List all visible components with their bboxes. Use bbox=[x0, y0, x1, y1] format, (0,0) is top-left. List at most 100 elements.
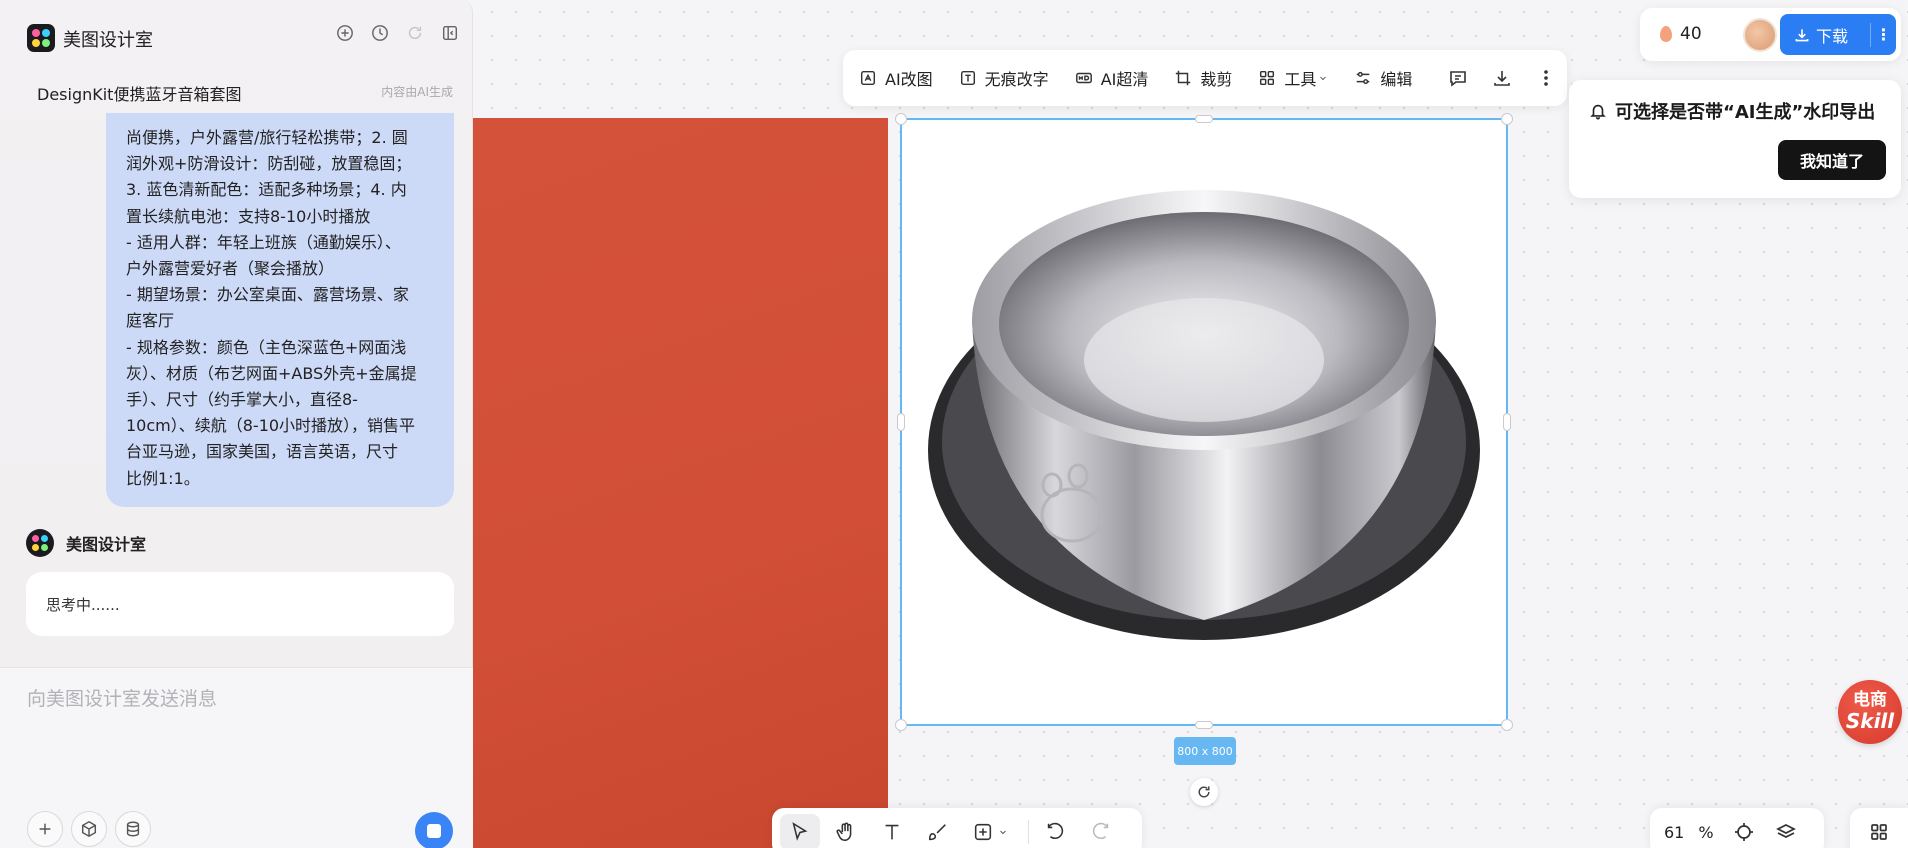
ai-edit-label: AI改图 bbox=[885, 70, 933, 89]
resize-handle-top-right[interactable] bbox=[1501, 113, 1513, 125]
hd-icon bbox=[1075, 72, 1092, 84]
select-tool[interactable] bbox=[780, 814, 820, 848]
add-attachment-button[interactable] bbox=[27, 811, 63, 847]
ai-edit-button[interactable]: AI改图 bbox=[859, 66, 933, 90]
insert-dropdown[interactable] bbox=[964, 814, 1016, 848]
knowledge-base-button[interactable] bbox=[115, 811, 151, 847]
credits-counter[interactable]: 40 bbox=[1660, 24, 1702, 44]
resize-handle-right[interactable] bbox=[1503, 413, 1511, 431]
user-message-bubble: 尚便携，户外露营/旅行轻松携带；2. 圆 润外观+防滑设计：防刮碰，放置稳固； … bbox=[106, 113, 454, 507]
watermark-tip-label: 可选择是否带“AI生成”水印导出 bbox=[1615, 102, 1876, 123]
model-3d-button[interactable] bbox=[71, 811, 107, 847]
user-message-line: 庭客厅 bbox=[126, 311, 175, 331]
comment-icon bbox=[1450, 71, 1467, 87]
layers-button[interactable] bbox=[1775, 822, 1796, 842]
user-message-line: 置长续航电池：支持8-10小时播放 bbox=[126, 206, 371, 226]
bot-name: 美图设计室 bbox=[66, 535, 147, 554]
ecommerce-skill-badge[interactable]: 电商 Skill bbox=[1838, 680, 1902, 744]
plus-icon bbox=[39, 823, 51, 835]
redo-icon bbox=[1092, 822, 1109, 839]
more-options-button[interactable] bbox=[1536, 68, 1556, 88]
user-message-line: 3. 蓝色清新配色：适配多种场景；4. 内 bbox=[126, 180, 407, 200]
download-main[interactable]: 下载 bbox=[1780, 23, 1870, 47]
add-box-icon bbox=[974, 823, 992, 841]
credit-drop-icon bbox=[1660, 26, 1672, 42]
selection-size-label: 800 x 800 bbox=[1174, 737, 1236, 765]
rotate-button[interactable] bbox=[1190, 778, 1218, 806]
user-message-line: 10cm）、续航（8-10小时播放），销售平 bbox=[126, 416, 416, 436]
bot-status-text: 思考中...... bbox=[46, 596, 120, 614]
comment-button[interactable] bbox=[1448, 68, 1468, 88]
cursor-arrow-icon bbox=[792, 822, 808, 841]
grid-icon bbox=[1871, 824, 1887, 840]
text-tool[interactable] bbox=[872, 814, 912, 848]
crop-icon bbox=[1176, 70, 1191, 86]
hand-tool[interactable] bbox=[826, 814, 866, 848]
user-avatar[interactable] bbox=[1743, 18, 1777, 52]
tools-dropdown[interactable]: 工具 bbox=[1258, 66, 1328, 90]
resize-handle-left[interactable] bbox=[897, 413, 905, 431]
undo-button[interactable] bbox=[1035, 814, 1075, 848]
new-chat-icon[interactable] bbox=[336, 24, 354, 42]
collapse-panel-icon[interactable] bbox=[441, 24, 459, 42]
skill-badge-line2: Skill bbox=[1845, 709, 1895, 733]
composer-tools bbox=[27, 811, 151, 847]
project-title: DesignKit便携蓝牙音箱套图 bbox=[37, 85, 242, 104]
canvas-red-background-image[interactable] bbox=[473, 118, 888, 848]
download-icon bbox=[1795, 28, 1809, 41]
zoom-value[interactable]: 61 bbox=[1664, 823, 1684, 842]
message-composer bbox=[0, 667, 473, 848]
refresh-icon[interactable] bbox=[406, 24, 424, 42]
brush-tool[interactable] bbox=[918, 814, 958, 848]
crop-button[interactable]: 裁剪 bbox=[1174, 66, 1232, 90]
zoom-controls: 61 % bbox=[1650, 808, 1824, 848]
resize-handle-top-left[interactable] bbox=[895, 113, 907, 125]
seamless-text-edit-label: 无痕改字 bbox=[984, 70, 1049, 89]
download-button[interactable]: 下载 ⋮ bbox=[1780, 14, 1896, 55]
got-it-button[interactable]: 我知道了 bbox=[1778, 140, 1886, 180]
user-message-line: 手）、尺寸（约手掌大小，直径8- bbox=[126, 390, 358, 410]
account-bar: 40 下载 ⋮ bbox=[1640, 8, 1901, 61]
sliders-icon bbox=[1357, 71, 1370, 85]
bot-avatar bbox=[26, 529, 54, 557]
header-actions bbox=[336, 24, 459, 42]
resize-handle-bottom[interactable] bbox=[1195, 721, 1213, 729]
watermark-tip-card: 可选择是否带“AI生成”水印导出 我知道了 bbox=[1569, 80, 1901, 198]
ai-upscale-label: AI超清 bbox=[1100, 70, 1149, 89]
redo-button[interactable] bbox=[1081, 814, 1121, 848]
tools-divider bbox=[1028, 820, 1029, 844]
download-icon bbox=[1494, 71, 1511, 86]
user-message-line: 灰）、材质（布艺网面+ABS外壳+金属提 bbox=[126, 363, 417, 383]
user-message-line: 台亚马逊，国家美国，语言英语，尺寸 bbox=[126, 442, 399, 462]
crosshair-icon bbox=[1734, 823, 1753, 841]
apps-grid-button[interactable] bbox=[1850, 808, 1908, 848]
bell-icon bbox=[1590, 104, 1606, 120]
ai-edit-icon bbox=[860, 70, 876, 86]
image-toolbar: AI改图 无痕改字 AI超清 裁剪 工具 编辑 bbox=[843, 50, 1567, 106]
user-message-line: - 规格参数：颜色（主色深蓝色+网面浅 bbox=[126, 337, 407, 357]
hand-icon bbox=[836, 822, 852, 842]
credits-value: 40 bbox=[1680, 24, 1702, 44]
resize-handle-top[interactable] bbox=[1195, 115, 1213, 123]
database-icon bbox=[126, 821, 140, 837]
app-title: 美图设计室 bbox=[63, 30, 153, 51]
rotate-icon bbox=[1198, 786, 1210, 798]
user-message-line: 润外观+防滑设计：防刮碰，放置稳固； bbox=[126, 154, 412, 174]
resize-handle-bottom-left[interactable] bbox=[895, 719, 907, 731]
canvas-tools bbox=[772, 808, 1142, 848]
user-message-line: 比例1:1。 bbox=[126, 468, 200, 488]
stop-generating-button[interactable] bbox=[415, 812, 453, 848]
selected-product-image[interactable] bbox=[895, 113, 1513, 731]
download-more-button[interactable]: ⋮ bbox=[1870, 22, 1896, 47]
seamless-text-edit-button[interactable]: 无痕改字 bbox=[959, 66, 1049, 90]
user-message-line: 户外露营爱好者（聚会播放） bbox=[126, 259, 335, 279]
edit-button[interactable]: 编辑 bbox=[1354, 66, 1412, 90]
message-input[interactable] bbox=[27, 684, 447, 714]
resize-handle-bottom-right[interactable] bbox=[1501, 719, 1513, 731]
fit-to-screen-button[interactable] bbox=[1734, 822, 1754, 842]
history-icon[interactable] bbox=[371, 24, 389, 42]
bot-header: 美图设计室 bbox=[26, 529, 146, 557]
chat-panel-header: 美图设计室 DesignKit便携蓝牙音箱套图 内容由AI生成 bbox=[0, 0, 473, 120]
ai-upscale-button[interactable]: AI超清 bbox=[1075, 66, 1149, 90]
download-image-button[interactable] bbox=[1492, 68, 1512, 88]
